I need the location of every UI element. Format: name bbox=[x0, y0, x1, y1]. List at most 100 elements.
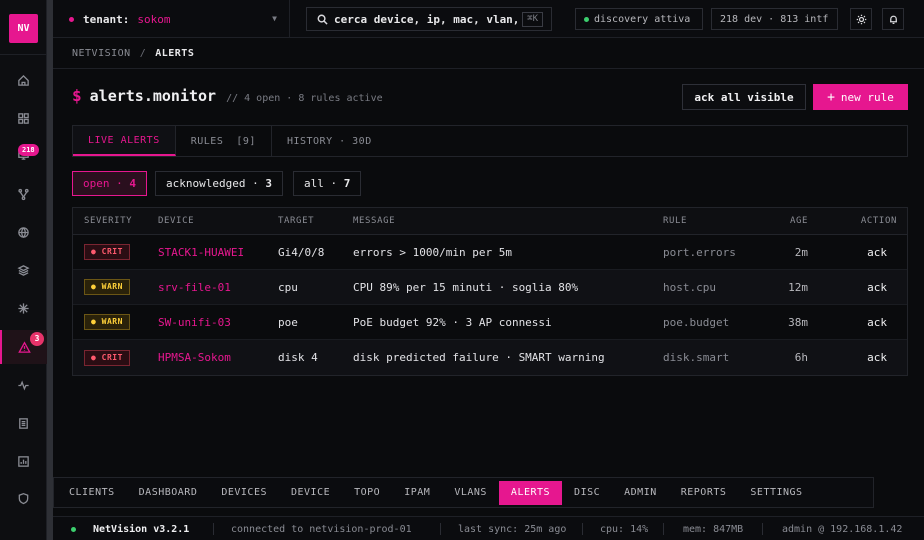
new-rule-button[interactable]: + new rule bbox=[813, 84, 908, 110]
filter-acknowledged[interactable]: acknowledged · 3 bbox=[155, 171, 283, 196]
status-last-sync: last sync: 25m ago bbox=[458, 523, 567, 535]
rail-item-topology[interactable] bbox=[0, 177, 47, 211]
age-cell: 12m bbox=[788, 280, 808, 294]
bottom-nav-disc[interactable]: DISC bbox=[562, 481, 612, 505]
rail-item-vlans[interactable] bbox=[0, 253, 47, 287]
col-severity[interactable]: SEVERITY bbox=[84, 208, 132, 234]
bottom-nav-reports[interactable]: REPORTS bbox=[669, 481, 739, 505]
ack-button[interactable]: ack bbox=[833, 305, 887, 339]
status-separator bbox=[213, 523, 214, 535]
app-logo[interactable]: NV bbox=[9, 14, 38, 43]
rail-item-stats[interactable] bbox=[0, 444, 47, 478]
message-cell: CPU 89% per 15 minuti · soglia 80% bbox=[353, 280, 579, 294]
severity-text: CRIT bbox=[101, 247, 123, 256]
tenant-label: tenant: bbox=[83, 12, 130, 26]
ack-button[interactable]: ack bbox=[833, 340, 887, 375]
filter-acknowledged-label: acknowledged · bbox=[166, 177, 266, 190]
breadcrumb: NETVISION / ALERTS bbox=[53, 38, 924, 69]
rail-item-alerts[interactable]: 3 bbox=[0, 330, 47, 364]
top-bar: tenant: sokom ▼ cerca device, ip, mac, v… bbox=[53, 0, 924, 38]
col-target[interactable]: TARGET bbox=[278, 208, 314, 234]
left-rail: NV 218 3 bbox=[0, 0, 47, 540]
rail-divider bbox=[0, 54, 47, 55]
bottom-nav-ipam[interactable]: IPAM bbox=[392, 481, 442, 505]
inventory-counts-text: 218 dev · 813 intf bbox=[720, 13, 829, 25]
breadcrumb-root[interactable]: NETVISION bbox=[72, 48, 131, 59]
rail-item-activity[interactable] bbox=[0, 368, 47, 402]
status-separator bbox=[762, 523, 763, 535]
rail-item-dashboard[interactable] bbox=[0, 101, 47, 135]
bottom-nav-vlans[interactable]: VLANS bbox=[442, 481, 499, 505]
bottom-nav-alerts[interactable]: ALERTS bbox=[498, 480, 563, 505]
chevron-down-icon: ▼ bbox=[272, 14, 277, 23]
col-message[interactable]: MESSAGE bbox=[353, 208, 395, 234]
status-cpu: cpu: 14% bbox=[600, 523, 649, 535]
filter-open[interactable]: open · 4 bbox=[72, 171, 147, 196]
theme-toggle-button[interactable] bbox=[850, 8, 872, 30]
filter-all-count: 7 bbox=[343, 177, 351, 190]
table-row[interactable]: ● WARN srv-file-01 cpu CPU 89% per 15 mi… bbox=[73, 270, 907, 305]
rail-scrollbar[interactable] bbox=[47, 0, 53, 540]
device-link[interactable]: SW-unifi-03 bbox=[158, 305, 231, 339]
bottom-nav-devices[interactable]: DEVICES bbox=[209, 481, 279, 505]
search-input[interactable]: cerca device, ip, mac, vlan, ⌘K bbox=[306, 7, 552, 31]
filter-all[interactable]: all · 7 bbox=[293, 171, 362, 196]
pulse-icon bbox=[18, 379, 29, 391]
shield-icon bbox=[18, 492, 29, 504]
target-cell: cpu bbox=[278, 280, 298, 294]
filter-open-label: open · bbox=[83, 177, 130, 190]
table-row[interactable]: ● WARN SW-unifi-03 poe PoE budget 92% · … bbox=[73, 305, 907, 340]
tenant-value: sokom bbox=[137, 12, 171, 26]
rail-item-home[interactable] bbox=[0, 63, 47, 97]
severity-badge: ● WARN bbox=[84, 279, 130, 295]
rail-item-devices[interactable]: 218 bbox=[0, 137, 47, 171]
page-title: $ alerts.monitor // 4 open · 8 rules act… bbox=[72, 86, 383, 105]
plus-icon: + bbox=[827, 89, 835, 105]
device-link[interactable]: STACK1-HUAWEI bbox=[158, 235, 244, 269]
tenant-selector[interactable]: tenant: sokom ▼ bbox=[53, 0, 290, 38]
ack-button[interactable]: ack bbox=[833, 235, 887, 269]
ack-button[interactable]: ack bbox=[833, 270, 887, 304]
age-cell: 38m bbox=[788, 315, 808, 329]
bottom-nav-dashboard[interactable]: DASHBOARD bbox=[127, 481, 210, 505]
alerts-table: SEVERITY DEVICE TARGET MESSAGE RULE AGE … bbox=[72, 207, 908, 376]
discovery-status[interactable]: discovery attiva bbox=[575, 8, 703, 30]
bottom-nav-topo[interactable]: TOPO bbox=[342, 481, 392, 505]
message-cell: PoE budget 92% · 3 AP connessi bbox=[353, 315, 552, 329]
status-separator bbox=[663, 523, 664, 535]
target-cell: Gi4/0/8 bbox=[278, 245, 325, 259]
notifications-button[interactable] bbox=[882, 8, 904, 30]
target-cell: poe bbox=[278, 315, 298, 329]
ack-all-button[interactable]: ack all visible bbox=[682, 84, 806, 110]
bottom-nav-settings[interactable]: SETTINGS bbox=[738, 481, 814, 505]
tab-rules[interactable]: RULES [9] bbox=[176, 126, 272, 156]
severity-cell: ● WARN bbox=[84, 270, 130, 304]
severity-cell: ● CRIT bbox=[84, 235, 130, 269]
device-link[interactable]: HPMSA-Sokom bbox=[158, 340, 231, 375]
rail-item-discovery[interactable] bbox=[0, 291, 47, 325]
rail-item-reports[interactable] bbox=[0, 406, 47, 440]
age-cell: 6h bbox=[794, 351, 808, 364]
search-shortcut: ⌘K bbox=[522, 12, 543, 27]
bottom-nav-clients[interactable]: CLIENTS bbox=[57, 481, 127, 505]
col-rule[interactable]: RULE bbox=[663, 208, 687, 234]
col-age[interactable]: AGE bbox=[763, 208, 808, 234]
status-separator bbox=[582, 523, 583, 535]
warning-icon bbox=[18, 340, 31, 353]
rail-item-ipam[interactable] bbox=[0, 215, 47, 249]
device-link[interactable]: srv-file-01 bbox=[158, 270, 231, 304]
tab-history[interactable]: HISTORY · 30D bbox=[272, 126, 387, 156]
bottom-nav-device[interactable]: DEVICE bbox=[279, 481, 342, 505]
tab-live-alerts[interactable]: LIVE ALERTS bbox=[73, 126, 176, 156]
table-row[interactable]: ● CRIT HPMSA-Sokom disk 4 disk predicted… bbox=[73, 340, 907, 375]
devices-count-badge: 218 bbox=[18, 144, 39, 156]
rail-item-security[interactable] bbox=[0, 481, 47, 515]
bottom-nav-admin[interactable]: ADMIN bbox=[612, 481, 669, 505]
bottom-nav: CLIENTS DASHBOARD DEVICES DEVICE TOPO IP… bbox=[53, 477, 874, 508]
sun-icon bbox=[856, 14, 866, 24]
document-icon bbox=[19, 417, 28, 429]
status-mem: mem: 847MB bbox=[683, 523, 744, 535]
message-cell: errors > 1000/min per 5m bbox=[353, 245, 512, 259]
table-row[interactable]: ● CRIT STACK1-HUAWEI Gi4/0/8 errors > 10… bbox=[73, 235, 907, 270]
col-device[interactable]: DEVICE bbox=[158, 208, 194, 234]
